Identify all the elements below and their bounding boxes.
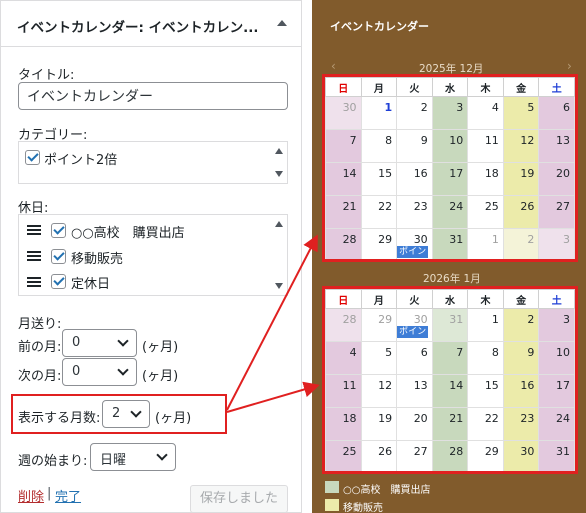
next-month-label: 次の月: [18, 369, 62, 384]
save-button[interactable]: 保存しました [190, 485, 288, 513]
month-title: 2026年 1月 [423, 273, 481, 285]
week-start-label: 週の始まり: [18, 454, 88, 469]
week-start-value: 日曜 [100, 453, 127, 468]
category-checkbox[interactable] [25, 150, 40, 165]
collapse-caret-icon[interactable] [277, 20, 287, 26]
scroll-down-icon[interactable] [275, 283, 283, 289]
legend-label: ○○高校 購買出店 [343, 485, 431, 496]
prev-month-label: 前の月: [18, 340, 62, 355]
screenshot-root: イベントカレンダー: イベントカレン... タイトル: カテゴリー: ポイント2… [0, 0, 586, 513]
month-calendar-highlight [322, 74, 578, 262]
widget-header[interactable]: イベントカレンダー: イベントカレン... [1, 1, 301, 47]
prev-month-unit: (ヶ月) [142, 340, 179, 355]
next-month-unit: (ヶ月) [142, 369, 179, 384]
legend-swatch [325, 481, 339, 493]
next-month-value: 0 [72, 364, 81, 379]
holiday-checkbox[interactable] [51, 249, 66, 264]
drag-handle-icon[interactable] [27, 225, 41, 236]
title-input[interactable] [18, 82, 288, 110]
title-label: タイトル: [18, 68, 75, 83]
week-start-select[interactable]: 日曜 [90, 443, 176, 471]
holiday-item-label: 移動販売 [71, 252, 124, 267]
holiday-item-label: 定休日 [71, 277, 111, 292]
holiday-checkbox[interactable] [51, 223, 66, 238]
months-shown-highlight [11, 394, 227, 434]
drag-handle-icon[interactable] [27, 251, 41, 262]
widget-settings-panel: イベントカレンダー: イベントカレン... タイトル: カテゴリー: ポイント2… [0, 0, 302, 513]
prev-month-arrow-icon[interactable]: ‹ [331, 59, 336, 73]
calendar-title: イベントカレンダー [330, 20, 429, 33]
holiday-item-label: ○○高校 購買出店 [71, 226, 185, 241]
chevron-down-icon [117, 364, 129, 376]
category-list[interactable]: ポイント2倍 [18, 141, 288, 184]
link-separator: | [47, 486, 52, 501]
chevron-down-icon [117, 335, 129, 347]
chevron-down-icon [156, 449, 168, 461]
legend-swatch [325, 499, 339, 511]
month-nav-label: 月送り: [18, 317, 62, 332]
scroll-down-icon[interactable] [275, 171, 283, 177]
delete-link[interactable]: 削除 [18, 486, 44, 505]
month-calendar-highlight [322, 286, 578, 474]
scroll-up-icon[interactable] [275, 221, 283, 227]
widget-header-title: イベントカレンダー: イベントカレン... [17, 20, 257, 36]
legend-label: 移動販売 [343, 503, 383, 513]
scroll-up-icon[interactable] [275, 148, 283, 154]
holiday-list[interactable]: ○○高校 購買出店 移動販売 定休日 [18, 214, 288, 296]
done-link[interactable]: 完了 [55, 486, 81, 505]
holiday-checkbox[interactable] [51, 274, 66, 289]
next-month-select[interactable]: 0 [62, 358, 137, 386]
prev-month-select[interactable]: 0 [62, 329, 137, 357]
prev-month-value: 0 [72, 335, 81, 350]
category-item-label: ポイント2倍 [44, 153, 118, 168]
drag-handle-icon[interactable] [27, 277, 41, 288]
next-month-arrow-icon[interactable]: › [567, 59, 572, 73]
